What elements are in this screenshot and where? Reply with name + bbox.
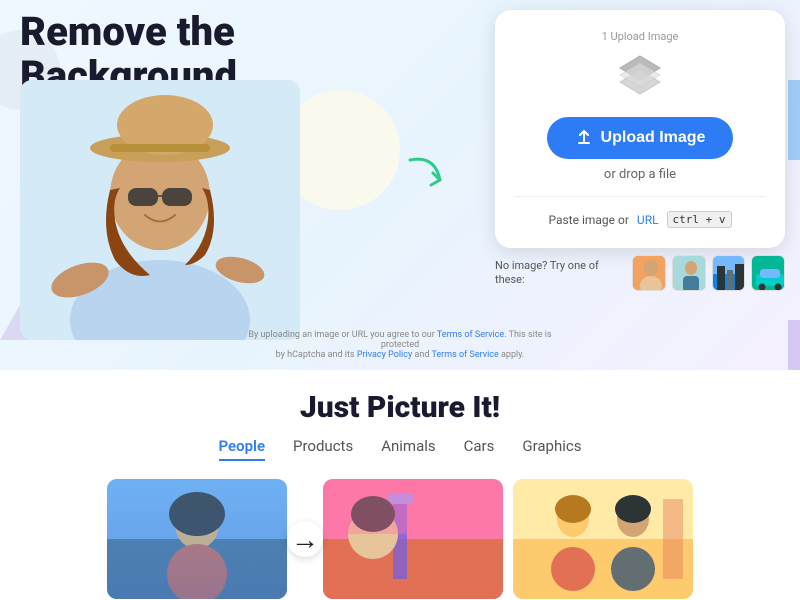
before-image (107, 479, 287, 599)
just-picture-title: Just Picture It! (0, 390, 800, 425)
tab-products[interactable]: Products (293, 437, 353, 461)
arrow-svg (405, 145, 465, 205)
top-section: Remove the Background 100% Automatically… (0, 0, 800, 370)
arrow-icon: → (287, 521, 323, 557)
upload-panel: 1 Upload Image Upload Image or drop a fi… (495, 10, 785, 248)
tab-cars[interactable]: Cars (464, 437, 495, 461)
no-image-text: No image? Try one of these: (495, 259, 622, 288)
sample-images-row: No image? Try one of these: (495, 255, 785, 291)
terms-text: By uploading an image or URL you agree t… (230, 330, 570, 360)
step-label: 1 Upload Image (602, 30, 679, 43)
tab-animals[interactable]: Animals (381, 437, 435, 461)
preview-row: → (0, 479, 800, 599)
bottom-section: Just Picture It! People Products Animals… (0, 370, 800, 600)
sample-images-section: No image? Try one of these: (495, 255, 785, 291)
upload-icon-area (615, 51, 665, 105)
decorative-rect-right (788, 80, 800, 160)
between-arrow: → (287, 479, 323, 599)
upload-image-button[interactable]: Upload Image (547, 117, 734, 159)
preview-card-third (513, 479, 693, 599)
sample-thumb-3[interactable] (712, 255, 746, 291)
preview-card-before (107, 479, 287, 599)
sample-thumb-1[interactable] (632, 255, 666, 291)
url-link[interactable]: URL (637, 213, 659, 227)
arrow-indicator (405, 145, 465, 209)
after-image (323, 479, 503, 599)
tab-people[interactable]: People (219, 437, 266, 461)
tos2-link[interactable]: Terms of Service (431, 350, 498, 360)
paste-text: Paste image or (548, 213, 628, 227)
third-image (513, 479, 693, 599)
tab-graphics[interactable]: Graphics (522, 437, 581, 461)
upload-arrow-icon (575, 129, 593, 147)
sample-thumb-2[interactable] (672, 255, 706, 291)
person-svg (20, 80, 300, 340)
person-photo (20, 80, 300, 340)
privacy-link[interactable]: Privacy Policy (357, 350, 412, 360)
paste-row: Paste image or URL ctrl + v (548, 211, 731, 228)
decorative-rect-right2 (788, 320, 800, 370)
panel-divider (515, 196, 765, 197)
shortcut-kbd: ctrl + v (667, 211, 732, 228)
tos-link[interactable]: Terms of Service (437, 330, 504, 340)
category-tabs: People Products Animals Cars Graphics (0, 437, 800, 461)
layers-icon (615, 51, 665, 101)
sample-thumb-4[interactable] (751, 255, 785, 291)
or-drop-label: or drop a file (604, 167, 676, 182)
preview-card-after (323, 479, 503, 599)
hero-person-image (20, 80, 330, 360)
